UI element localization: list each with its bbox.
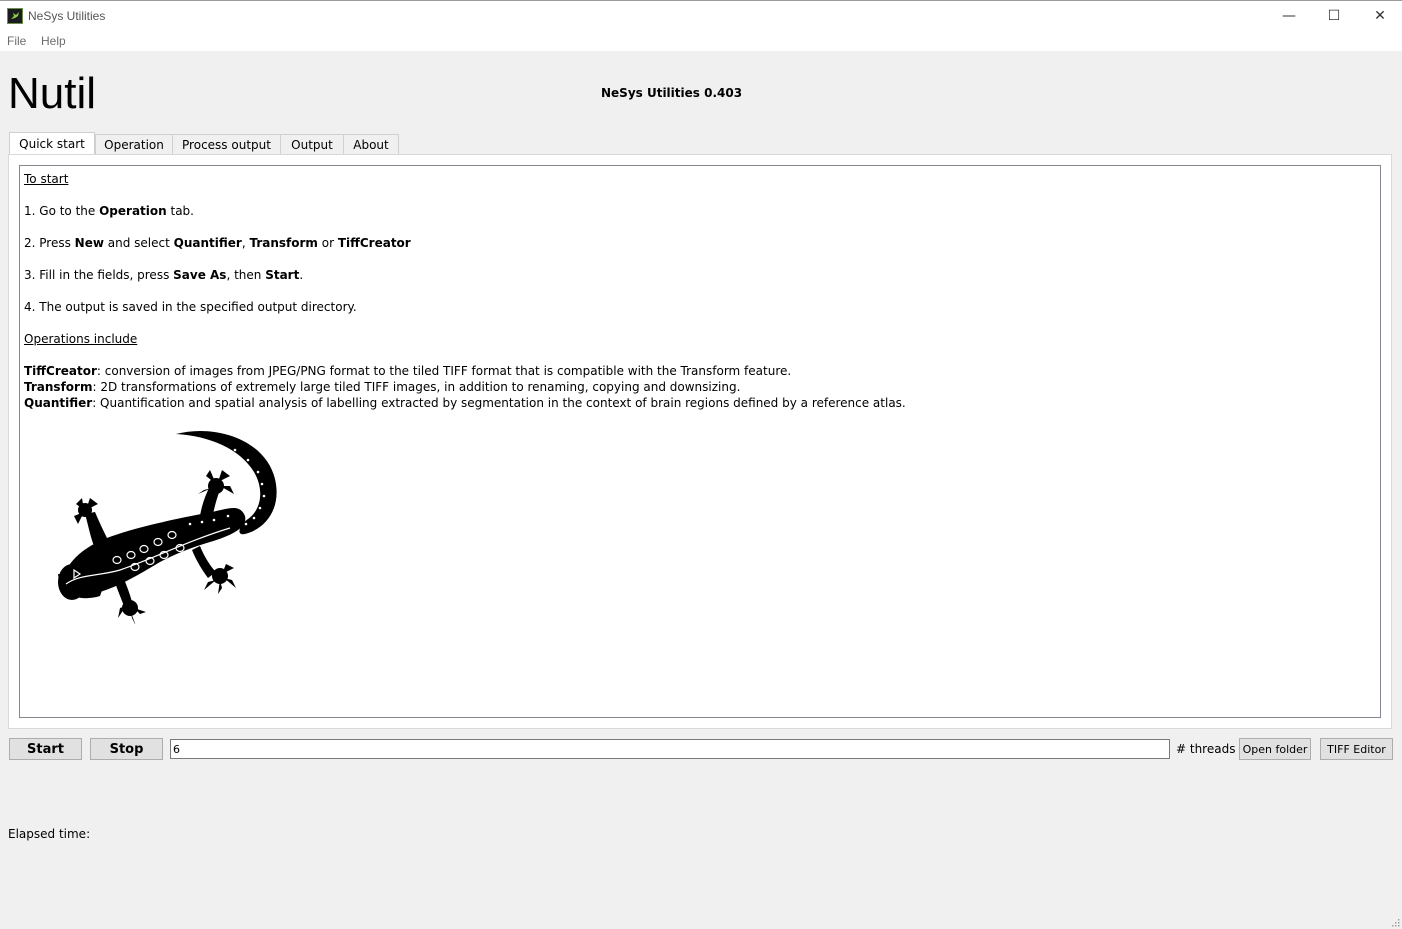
tab-quick-start[interactable]: Quick start [9,132,95,155]
gecko-logo [58,431,277,624]
stop-button[interactable]: Stop [90,738,163,760]
tab-process-output[interactable]: Process output [172,134,281,154]
app-brand-title: Nutil [8,69,97,118]
tab-operation[interactable]: Operation [95,134,173,154]
heading-to-start: To start [24,172,69,186]
close-button[interactable]: ✕ [1357,1,1402,31]
version-label: NeSys Utilities 0.403 [601,86,743,100]
quickstart-text-area: To start 1. Go to the Operation tab. 2. … [19,165,1381,718]
step-1: 1. Go to the Operation tab. [24,204,194,218]
tab-about[interactable]: About [343,134,399,154]
app-icon [7,8,23,24]
open-folder-button[interactable]: Open folder [1239,738,1311,760]
maximize-button[interactable]: ☐ [1311,1,1357,31]
window-title: NeSys Utilities [28,9,106,23]
step-3: 3. Fill in the fields, press Save As, th… [24,268,304,282]
heading-operations: Operations include [24,332,138,346]
start-button[interactable]: Start [9,738,82,760]
tiff-editor-button[interactable]: TIFF Editor [1320,738,1393,760]
threads-label: # threads [1176,742,1236,756]
op-tiffcreator: TiffCreator: conversion of images from J… [24,364,792,378]
op-quantifier: Quantifier: Quantification and spatial a… [24,396,906,410]
step-2: 2. Press New and select Quantifier, Tran… [24,236,411,250]
step-4: 4. The output is saved in the specified … [24,300,357,314]
threads-input[interactable] [170,739,1170,759]
resize-grip-icon[interactable] [1390,917,1400,927]
menu-bar: File Help [0,31,1402,51]
title-bar: NeSys Utilities — ☐ ✕ [0,0,1402,31]
menu-help[interactable]: Help [41,34,66,48]
menu-file[interactable]: File [7,34,26,48]
minimize-button[interactable]: — [1266,1,1312,31]
elapsed-time-label: Elapsed time: [8,827,91,841]
tab-output[interactable]: Output [280,134,344,154]
op-transform: Transform: 2D transformations of extreme… [24,380,741,394]
